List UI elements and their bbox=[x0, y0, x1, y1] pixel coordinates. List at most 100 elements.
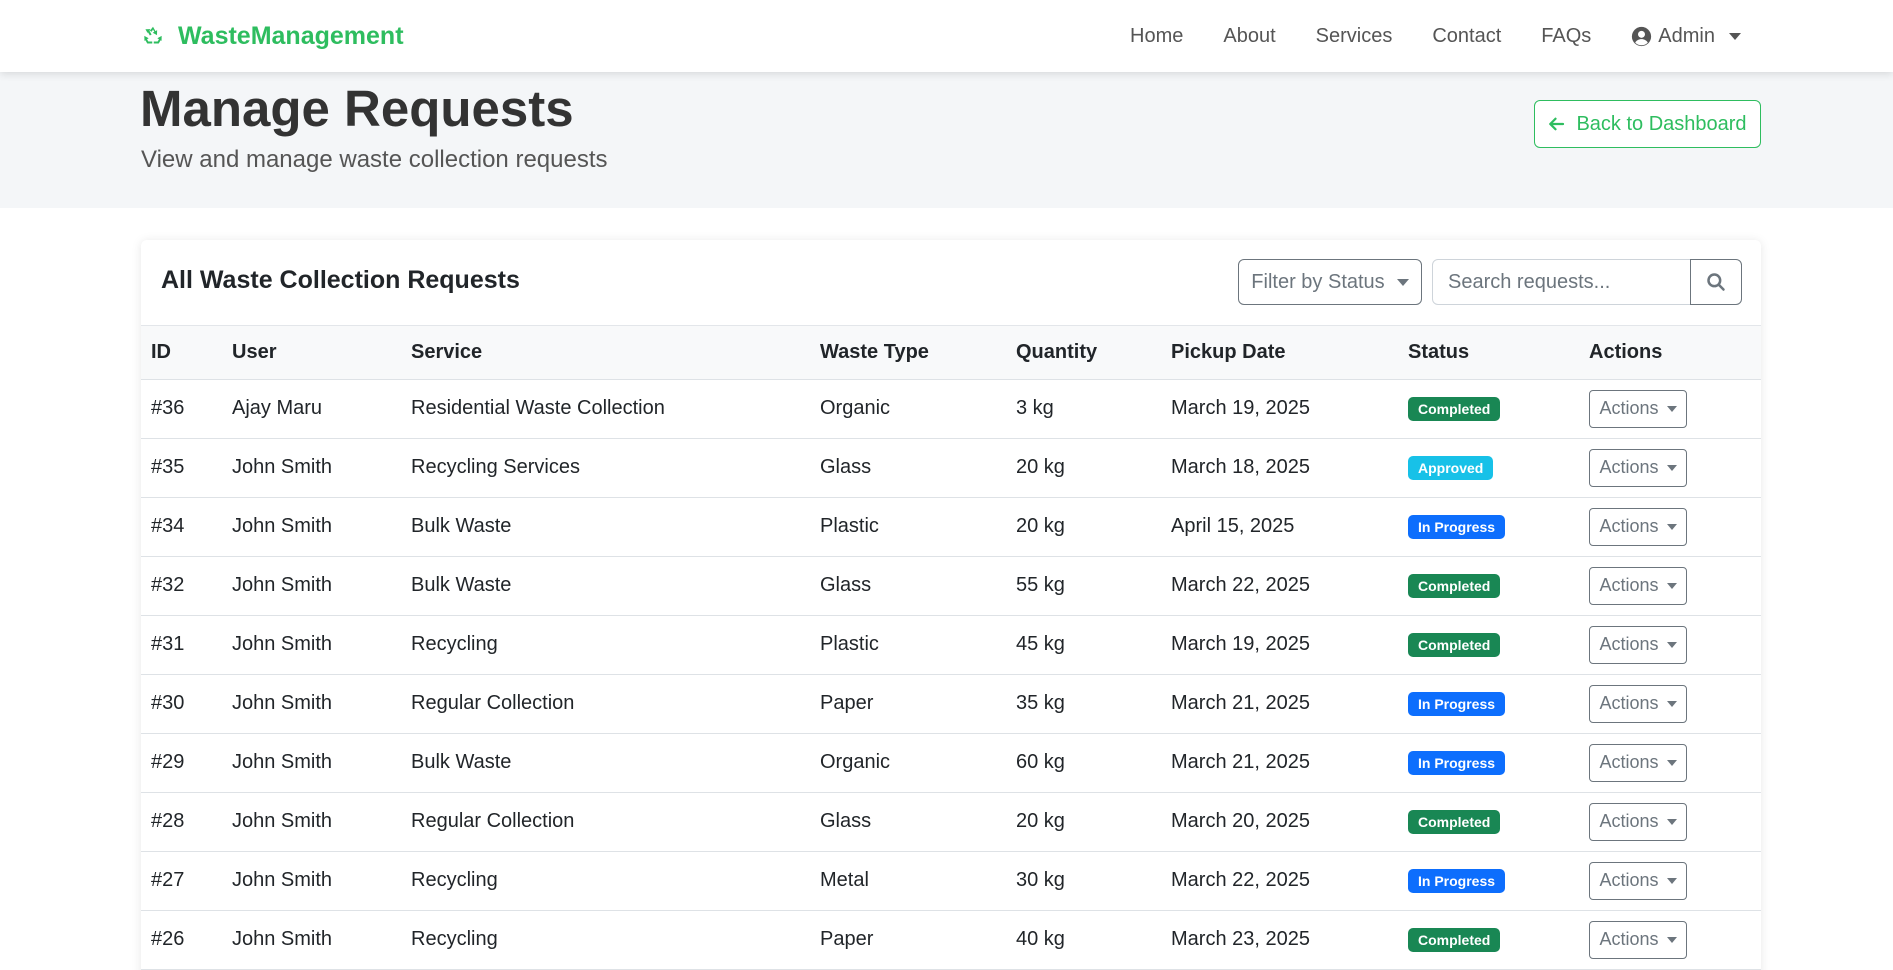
requests-card: All Waste Collection Requests Filter by … bbox=[141, 240, 1761, 970]
col-header-waste-type[interactable]: Waste Type bbox=[810, 326, 1006, 380]
request-id: #32 bbox=[141, 556, 222, 616]
status-badge: Completed bbox=[1408, 396, 1501, 421]
actions-label: Actions bbox=[1599, 575, 1659, 595]
table-header: ID User Service Waste Type Quantity Pick… bbox=[141, 326, 1761, 380]
request-quantity: 20 kg bbox=[1006, 792, 1161, 852]
table-row[interactable]: #31 John Smith Recycling Plastic 45 kg March … bbox=[141, 615, 1761, 675]
request-waste-type: Paper bbox=[810, 674, 1006, 734]
nav-home[interactable]: Home bbox=[1130, 25, 1183, 48]
search-input[interactable] bbox=[1432, 259, 1691, 305]
chevron-down-icon bbox=[1729, 32, 1741, 40]
status-badge: In Progress bbox=[1408, 691, 1506, 716]
col-header-id[interactable]: ID bbox=[141, 326, 222, 380]
actions-dropdown-button[interactable]: Actions bbox=[1589, 684, 1687, 723]
brand-link[interactable]: WasteManagement bbox=[140, 18, 404, 54]
chevron-down-icon bbox=[1666, 641, 1677, 648]
actions-label: Actions bbox=[1599, 870, 1659, 890]
brand-name: WasteManagement bbox=[178, 21, 404, 50]
request-service: Recycling bbox=[401, 615, 810, 675]
nav-services[interactable]: Services bbox=[1316, 25, 1393, 48]
request-actions-cell: Actions bbox=[1579, 497, 1761, 557]
chevron-down-icon bbox=[1396, 278, 1409, 286]
chevron-down-icon bbox=[1666, 464, 1677, 471]
col-header-service[interactable]: Service bbox=[401, 326, 810, 380]
admin-dropdown[interactable]: Admin bbox=[1631, 25, 1741, 48]
col-header-status[interactable]: Status bbox=[1398, 326, 1579, 380]
actions-label: Actions bbox=[1599, 693, 1659, 713]
status-badge: In Progress bbox=[1408, 514, 1506, 539]
col-header-user[interactable]: User bbox=[222, 326, 401, 380]
request-actions-cell: Actions bbox=[1579, 379, 1761, 439]
table-row[interactable]: #30 John Smith Regular Collection Paper 35 k… bbox=[141, 674, 1761, 734]
actions-dropdown-button[interactable]: Actions bbox=[1589, 507, 1687, 546]
table-row[interactable]: #26 John Smith Recycling Paper 40 kg March 23… bbox=[141, 910, 1761, 970]
request-id: #31 bbox=[141, 615, 222, 675]
actions-dropdown-button[interactable]: Actions bbox=[1589, 802, 1687, 841]
actions-dropdown-button[interactable]: Actions bbox=[1589, 625, 1687, 664]
actions-dropdown-button[interactable]: Actions bbox=[1589, 861, 1687, 900]
col-header-quantity[interactable]: Quantity bbox=[1006, 326, 1161, 380]
request-id: #27 bbox=[141, 851, 222, 911]
request-service: Bulk Waste bbox=[401, 733, 810, 793]
request-id: #30 bbox=[141, 674, 222, 734]
request-user: John Smith bbox=[222, 792, 401, 852]
actions-dropdown-button[interactable]: Actions bbox=[1589, 920, 1687, 959]
request-quantity: 30 kg bbox=[1006, 851, 1161, 911]
request-service: Residential Waste Collection bbox=[401, 379, 810, 439]
chevron-down-icon bbox=[1666, 405, 1677, 412]
request-actions-cell: Actions bbox=[1579, 674, 1761, 734]
admin-label: Admin bbox=[1658, 24, 1715, 47]
nav-about[interactable]: About bbox=[1223, 25, 1275, 48]
chevron-down-icon bbox=[1666, 582, 1677, 589]
col-header-pickup-date[interactable]: Pickup Date bbox=[1161, 326, 1398, 380]
chevron-down-icon bbox=[1666, 936, 1677, 943]
back-to-dashboard-button[interactable]: Back to Dashboard bbox=[1534, 100, 1761, 148]
chevron-down-icon bbox=[1666, 759, 1677, 766]
actions-label: Actions bbox=[1599, 634, 1659, 654]
request-user: John Smith bbox=[222, 733, 401, 793]
request-quantity: 3 kg bbox=[1006, 379, 1161, 439]
request-actions-cell: Actions bbox=[1579, 792, 1761, 852]
nav-faqs[interactable]: FAQs bbox=[1541, 25, 1591, 48]
status-badge: Completed bbox=[1408, 573, 1501, 598]
actions-label: Actions bbox=[1599, 811, 1659, 831]
search-button[interactable] bbox=[1690, 259, 1742, 305]
request-service: Bulk Waste bbox=[401, 497, 810, 557]
user-circle-icon bbox=[1632, 26, 1652, 46]
table-row[interactable]: #29 John Smith Bulk Waste Organic 60 kg March… bbox=[141, 733, 1761, 793]
request-actions-cell: Actions bbox=[1579, 615, 1761, 675]
nav-contact[interactable]: Contact bbox=[1432, 25, 1501, 48]
card-title: All Waste Collection Requests bbox=[161, 266, 520, 294]
request-status-cell: Completed bbox=[1398, 615, 1579, 675]
status-badge: Completed bbox=[1408, 927, 1501, 952]
table-row[interactable]: #28 John Smith Regular Collection Glass 20 k… bbox=[141, 792, 1761, 852]
chevron-down-icon bbox=[1666, 523, 1677, 530]
request-waste-type: Glass bbox=[810, 556, 1006, 616]
request-waste-type: Plastic bbox=[810, 497, 1006, 557]
request-actions-cell: Actions bbox=[1579, 910, 1761, 970]
table-row[interactable]: #27 John Smith Recycling Metal 30 kg March 22… bbox=[141, 851, 1761, 911]
request-pickup-date: March 23, 2025 bbox=[1161, 910, 1398, 970]
request-status-cell: In Progress bbox=[1398, 733, 1579, 793]
actions-dropdown-button[interactable]: Actions bbox=[1589, 389, 1687, 428]
actions-dropdown-button[interactable]: Actions bbox=[1589, 743, 1687, 782]
request-status-cell: Completed bbox=[1398, 556, 1579, 616]
filter-label: Filter by Status bbox=[1251, 270, 1385, 293]
actions-dropdown-button[interactable]: Actions bbox=[1589, 448, 1687, 487]
request-pickup-date: March 22, 2025 bbox=[1161, 556, 1398, 616]
table-row[interactable]: #34 John Smith Bulk Waste Plastic 20 kg April… bbox=[141, 497, 1761, 557]
actions-dropdown-button[interactable]: Actions bbox=[1589, 566, 1687, 605]
request-id: #36 bbox=[141, 379, 222, 439]
request-pickup-date: March 20, 2025 bbox=[1161, 792, 1398, 852]
request-waste-type: Glass bbox=[810, 438, 1006, 498]
request-waste-type: Organic bbox=[810, 733, 1006, 793]
status-badge: In Progress bbox=[1408, 868, 1506, 893]
table-row[interactable]: #32 John Smith Bulk Waste Glass 55 kg March 2… bbox=[141, 556, 1761, 616]
table-row[interactable]: #35 John Smith Recycling Services Glass 20 k… bbox=[141, 438, 1761, 498]
request-quantity: 20 kg bbox=[1006, 438, 1161, 498]
request-pickup-date: April 15, 2025 bbox=[1161, 497, 1398, 557]
table-row[interactable]: #36 Ajay Maru Residential Waste Collection… bbox=[141, 379, 1761, 439]
request-service: Recycling bbox=[401, 851, 810, 911]
page-title: Manage Requests bbox=[140, 80, 574, 137]
filter-by-status-dropdown[interactable]: Filter by Status bbox=[1238, 259, 1422, 305]
